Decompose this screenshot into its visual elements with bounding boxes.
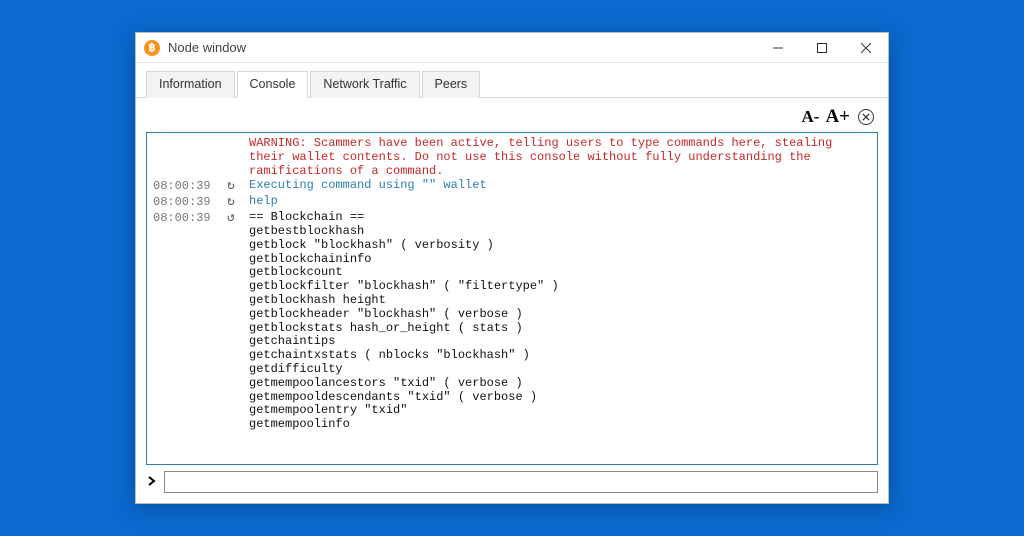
console-text: Executing command using "" wallet (249, 179, 871, 193)
console-text: help (249, 195, 871, 209)
timestamp (153, 137, 227, 138)
window-title: Node window (168, 40, 246, 55)
direction-icon: ↺ (227, 211, 249, 226)
console-output-frame: WARNING: Scammers have been active, tell… (146, 132, 878, 465)
console-row: 08:00:39↺== Blockchain == getbestblockha… (153, 211, 871, 432)
node-window: ฿ Node window Information Console Networ… (135, 32, 889, 504)
console-output[interactable]: WARNING: Scammers have been active, tell… (147, 133, 877, 464)
minimize-button[interactable] (756, 33, 800, 63)
warning-text: WARNING: Scammers have been active, tell… (249, 137, 871, 178)
font-decrease-button[interactable]: A- (801, 107, 819, 127)
tab-peers[interactable]: Peers (422, 71, 481, 98)
clear-console-button[interactable] (858, 109, 874, 125)
tab-network-traffic[interactable]: Network Traffic (310, 71, 419, 98)
tab-bar: Information Console Network Traffic Peer… (136, 63, 888, 98)
direction-icon: ↻ (227, 195, 249, 210)
console-panel: A- A+ WARNING: Scammers have been active… (136, 98, 888, 503)
command-input[interactable] (164, 471, 878, 493)
console-row: 08:00:39↻help (153, 195, 871, 210)
console-row: 08:00:39↻Executing command using "" wall… (153, 179, 871, 194)
prompt-icon (146, 475, 158, 490)
font-increase-button[interactable]: A+ (825, 106, 850, 128)
timestamp: 08:00:39 (153, 179, 227, 194)
tab-console[interactable]: Console (237, 71, 309, 98)
titlebar: ฿ Node window (136, 33, 888, 63)
direction-icon: ↻ (227, 179, 249, 194)
timestamp: 08:00:39 (153, 211, 227, 226)
tab-information[interactable]: Information (146, 71, 235, 98)
maximize-button[interactable] (800, 33, 844, 63)
console-text: == Blockchain == getbestblockhash getblo… (249, 211, 871, 432)
close-icon (862, 113, 870, 121)
timestamp: 08:00:39 (153, 195, 227, 210)
bitcoin-icon: ฿ (144, 40, 160, 56)
close-button[interactable] (844, 33, 888, 63)
